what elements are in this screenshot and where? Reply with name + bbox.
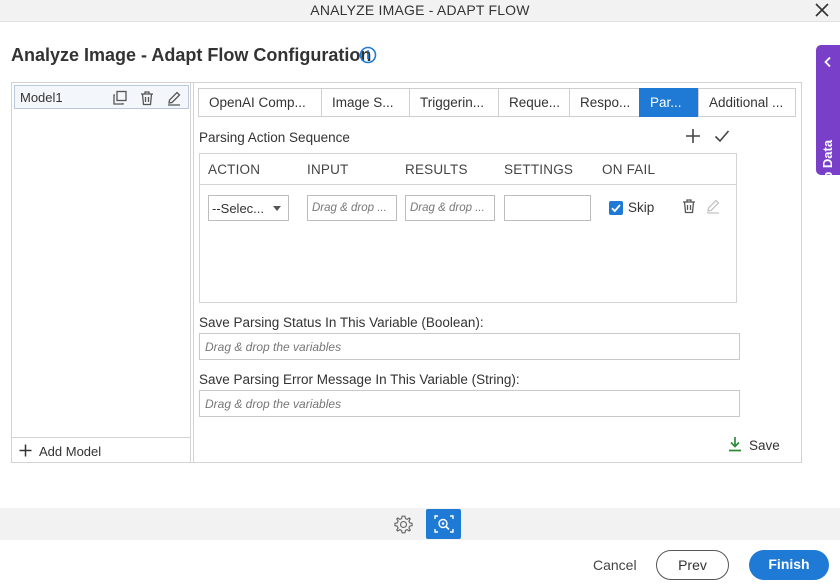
grid-header: ACTION INPUT RESULTS SETTINGS ON FAIL — [200, 154, 736, 185]
copy-icon[interactable] — [112, 90, 128, 106]
column-input: INPUT — [307, 162, 349, 177]
tab-openai-component[interactable]: OpenAI Comp... — [198, 88, 321, 117]
results-drop-field[interactable]: Drag & drop ... — [405, 195, 495, 221]
add-model-button[interactable]: Add Model — [12, 437, 191, 462]
column-on-fail: ON FAIL — [602, 162, 656, 177]
window-title: ANALYZE IMAGE - ADAPT FLOW — [310, 2, 530, 18]
delete-row-icon[interactable] — [681, 198, 697, 214]
tab-strip: OpenAI Comp... Image S... Triggerin... R… — [198, 88, 796, 117]
dropdown-arrow-icon — [273, 206, 281, 211]
status-variable-field[interactable]: Drag & drop the variables — [199, 333, 740, 360]
check-icon[interactable] — [713, 127, 731, 145]
settings-field[interactable] — [504, 195, 591, 221]
preview-button[interactable] — [426, 509, 461, 539]
models-panel: Model1 Add Model — [12, 83, 191, 462]
tab-request[interactable]: Reque... — [498, 88, 569, 117]
download-icon — [729, 437, 741, 452]
column-results: RESULTS — [405, 162, 468, 177]
model-name: Model1 — [20, 90, 63, 105]
tab-response[interactable]: Respo... — [569, 88, 639, 117]
add-model-label: Add Model — [39, 444, 102, 459]
column-action: ACTION — [208, 162, 261, 177]
chevron-left-icon — [824, 56, 831, 68]
error-variable-field[interactable]: Drag & drop the variables — [199, 390, 740, 417]
delete-icon[interactable] — [139, 90, 155, 106]
preview-icon — [434, 515, 454, 533]
close-icon[interactable] — [813, 1, 831, 19]
prev-button[interactable]: Prev — [656, 550, 729, 580]
action-select[interactable]: --Selec... — [208, 195, 289, 221]
finish-button[interactable]: Finish — [749, 550, 829, 580]
tab-parsing[interactable]: Par... — [639, 88, 698, 117]
skip-checkbox[interactable] — [609, 201, 623, 215]
column-settings: SETTINGS — [504, 162, 574, 177]
save-label: Save — [749, 438, 780, 453]
tab-image-source[interactable]: Image S... — [321, 88, 409, 117]
plus-icon — [19, 444, 32, 457]
tab-additional[interactable]: Additional ... — [698, 88, 796, 117]
input-drop-field[interactable]: Drag & drop ... — [307, 195, 397, 221]
edit-icon[interactable] — [166, 90, 182, 106]
skip-label: Skip — [628, 200, 655, 215]
parsing-section-title: Parsing Action Sequence — [199, 130, 350, 145]
app-data-tab[interactable]: App Data — [816, 45, 840, 197]
cancel-button[interactable]: Cancel — [593, 557, 637, 573]
configuration-panel: Model1 Add Model OpenAI Comp... Image S.… — [11, 82, 802, 463]
window-titlebar: ANALYZE IMAGE - ADAPT FLOW — [0, 0, 840, 22]
footer-toolbar — [0, 508, 840, 540]
checkmark-icon — [611, 204, 621, 213]
info-icon[interactable] — [359, 46, 377, 64]
model-item[interactable]: Model1 — [14, 85, 189, 109]
page-title: Analyze Image - Adapt Flow Configuration — [11, 45, 372, 65]
tab-triggering[interactable]: Triggerin... — [409, 88, 498, 117]
parsing-action-grid: ACTION INPUT RESULTS SETTINGS ON FAIL --… — [199, 153, 737, 303]
status-variable-label: Save Parsing Status In This Variable (Bo… — [199, 315, 484, 330]
error-variable-label: Save Parsing Error Message In This Varia… — [199, 372, 520, 387]
action-select-value: --Selec... — [212, 201, 265, 216]
add-row-icon[interactable] — [684, 127, 702, 145]
app-data-label: App Data — [820, 139, 835, 197]
gear-icon[interactable] — [393, 514, 414, 535]
edit-row-icon[interactable] — [705, 198, 721, 214]
tab-content-panel: OpenAI Comp... Image S... Triggerin... R… — [193, 83, 801, 462]
